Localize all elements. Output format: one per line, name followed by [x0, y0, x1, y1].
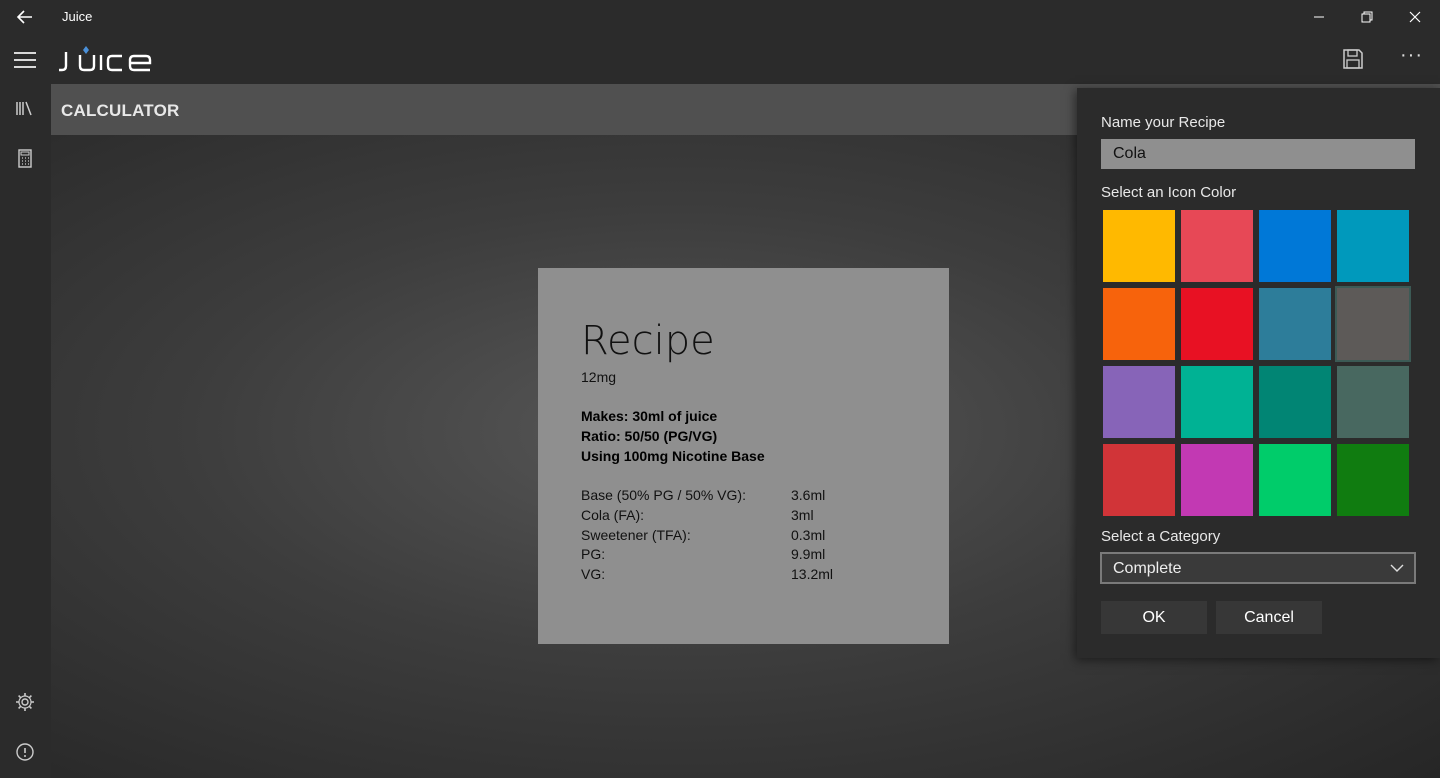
icon-color-swatch[interactable] [1181, 210, 1253, 282]
recipe-title: Recipe [581, 318, 715, 364]
app-bar: ··· [0, 34, 1440, 84]
icon-color-swatch[interactable] [1259, 444, 1331, 516]
more-options-button[interactable]: ··· [1400, 45, 1430, 70]
recipe-strength: 12mg [581, 369, 617, 385]
ok-button[interactable]: OK [1101, 601, 1207, 634]
juice-logo-icon [59, 46, 152, 72]
icon-color-swatch[interactable] [1103, 366, 1175, 438]
category-select[interactable]: Complete [1100, 552, 1416, 584]
info-icon [16, 743, 34, 761]
hamburger-menu-button[interactable] [14, 52, 36, 68]
ingredient-amount: 3.6ml [791, 487, 826, 503]
back-button[interactable] [14, 6, 38, 28]
ingredient-amount: 13.2ml [791, 566, 834, 582]
more-icon: ··· [1400, 44, 1423, 66]
title-bar: Juice [0, 0, 1440, 34]
recipe-name-input[interactable] [1101, 139, 1415, 169]
icon-color-swatch[interactable] [1259, 366, 1331, 438]
icon-color-swatch[interactable] [1259, 210, 1331, 282]
cancel-button[interactable]: Cancel [1216, 601, 1322, 634]
icon-color-swatch[interactable] [1181, 288, 1253, 360]
recipe-ratio: Ratio: 50/50 (PG/VG) [581, 428, 718, 444]
icon-color-swatch[interactable] [1181, 366, 1253, 438]
icon-color-swatch[interactable] [1337, 210, 1409, 282]
juice-logo [58, 42, 158, 76]
save-button[interactable] [1342, 48, 1364, 70]
rail-item-library[interactable] [14, 98, 36, 120]
back-arrow-icon [16, 10, 32, 24]
library-icon [16, 101, 32, 116]
minimize-button[interactable] [1296, 4, 1342, 30]
ingredient-name: PG: [581, 546, 606, 562]
recipe-name-label: Name your Recipe [1101, 114, 1226, 131]
rail-item-settings[interactable] [14, 691, 36, 713]
icon-color-swatch[interactable] [1103, 444, 1175, 516]
ingredient-name: Cola (FA): [581, 507, 645, 523]
icon-color-label: Select an Icon Color [1101, 184, 1237, 201]
save-icon [1343, 49, 1363, 69]
navigation-rail [0, 84, 51, 778]
ingredient-name: VG: [581, 566, 606, 582]
restore-icon [1361, 11, 1373, 23]
page-title: CALCULATOR [61, 101, 180, 120]
icon-color-swatch[interactable] [1337, 444, 1409, 516]
ingredient-name: Base (50% PG / 50% VG): [581, 487, 746, 503]
close-icon [1409, 11, 1421, 23]
ingredient-amount: 3ml [791, 507, 814, 523]
recipe-makes: Makes: 30ml of juice [581, 408, 718, 424]
save-recipe-flyout: Name your Recipe Select an Icon Color Se… [1077, 88, 1440, 658]
window-title: Juice [62, 9, 93, 24]
ingredient-name: Sweetener (TFA): [581, 527, 691, 543]
recipe-base: Using 100mg Nicotine Base [581, 448, 765, 464]
close-button[interactable] [1392, 4, 1438, 30]
gear-icon [16, 693, 34, 711]
restore-button[interactable] [1344, 4, 1390, 30]
minimize-icon [1314, 16, 1324, 18]
ingredient-amount: 9.9ml [791, 546, 826, 562]
icon-color-swatch[interactable] [1103, 210, 1175, 282]
icon-color-swatch[interactable] [1259, 288, 1331, 360]
recipe-card: Recipe 12mg Makes: 30ml of juice Ratio: … [538, 268, 949, 644]
calculator-icon [18, 149, 32, 168]
ingredient-amount: 0.3ml [791, 527, 826, 543]
icon-color-grid [1101, 208, 1413, 520]
icon-color-swatch[interactable] [1337, 366, 1409, 438]
chevron-down-icon [1390, 564, 1404, 572]
icon-color-swatch[interactable] [1103, 288, 1175, 360]
icon-color-swatch[interactable] [1335, 286, 1411, 362]
category-selected-value: Complete [1113, 560, 1182, 577]
category-label: Select a Category [1101, 528, 1221, 545]
rail-item-calculator[interactable] [14, 148, 36, 170]
rail-item-about[interactable] [14, 741, 36, 763]
icon-color-swatch[interactable] [1181, 444, 1253, 516]
